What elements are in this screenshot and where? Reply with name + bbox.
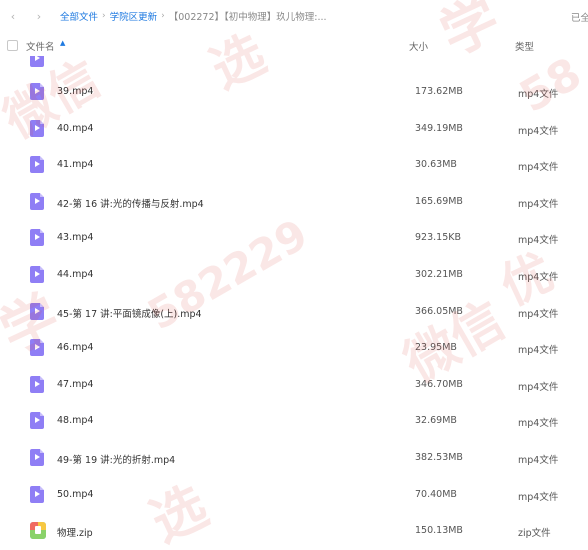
file-name: 46.mp4 [57,342,94,354]
file-size: 302.21MB [415,269,463,280]
list-header: 文件名 ▲ 大小 类型 [0,32,588,56]
file-name: 50.mp4 [57,488,94,500]
file-type: mp4文件 [518,308,559,320]
column-header-name[interactable]: 文件名 [26,39,55,53]
video-file-icon [30,412,46,430]
video-file-icon [30,449,46,467]
file-name: 40.mp4 [57,122,94,134]
file-name: 49-第 19 讲:光的折射.mp4 [57,455,176,466]
file-size: 165.69MB [415,195,463,207]
file-name: 物理.zip [57,528,93,540]
file-size: 70.40MB [415,488,457,500]
breadcrumb-bar: ‹ › 全部文件 › 学院区更新 › 【002272】【初中物理】玖儿物理:..… [0,0,588,32]
video-file-icon [30,56,46,68]
select-all-checkbox[interactable] [7,40,18,51]
video-file-icon [30,83,46,101]
forward-arrow-icon[interactable]: › [32,9,46,23]
file-size: 366.05MB [415,305,463,317]
file-list: 39.mp4 173.62MB mp4文件 40.mp4 349.19MB mp4文件 41… [0,56,588,550]
file-row[interactable]: 39.mp4 173.62MB mp4文件 [0,76,588,110]
file-type: zip文件 [518,528,551,540]
file-row[interactable]: 43.mp4 923.15KB mp4文件 [0,222,588,256]
file-size: 23.95MB [415,342,457,354]
file-row[interactable]: 46.mp4 23.95MB mp4文件 [0,332,588,366]
file-name: 41.mp4 [57,159,94,171]
file-type: mp4文件 [518,381,559,393]
file-size: 382.53MB [415,452,463,463]
breadcrumb-all-files[interactable]: 全部文件 [60,9,98,23]
file-size: 173.62MB [415,86,463,97]
file-type: mp4文件 [518,235,559,247]
column-header-size[interactable]: 大小 [409,39,428,53]
column-header-type[interactable]: 类型 [515,39,534,53]
video-file-icon [30,302,46,321]
video-file-icon [30,192,46,211]
video-file-icon [30,485,46,504]
file-name: 43.mp4 [57,232,94,244]
back-arrow-icon[interactable]: ‹ [6,9,20,23]
file-type: mp4文件 [518,125,559,137]
video-file-icon [30,266,46,284]
file-type: mp4文件 [518,491,559,503]
file-type: mp4文件 [518,272,559,283]
breadcrumb-current: 【002272】【初中物理】玖儿物理:... [168,12,327,23]
zip-file-icon [30,522,46,540]
file-name: 48.mp4 [57,415,94,427]
file-name: 39.mp4 [57,86,94,97]
file-size: 923.15KB [415,232,461,244]
file-row[interactable]: 48.mp4 32.69MB mp4文件 [0,405,588,439]
breadcrumb: 全部文件 › 学院区更新 › 【002272】【初中物理】玖儿物理:... [60,9,327,23]
file-type: mp4文件 [518,345,559,357]
file-row[interactable]: 49-第 19 讲:光的折射.mp4 382.53MB mp4文件 [0,442,588,476]
file-size: 349.19MB [415,122,463,134]
breadcrumb-folder[interactable]: 学院区更新 [110,9,158,23]
file-size: 30.63MB [415,159,457,171]
file-size: 150.13MB [415,525,463,537]
file-type: mp4文件 [518,162,559,174]
file-name: 44.mp4 [57,269,94,280]
file-name: 47.mp4 [57,378,94,390]
video-file-icon [30,229,46,247]
file-name: 45-第 17 讲:平面镜成像(上).mp4 [57,308,202,320]
load-status: 已全 [570,13,588,24]
file-type: mp4文件 [518,198,559,210]
file-row[interactable]: 47.mp4 346.70MB mp4文件 [0,369,588,403]
file-manager-window: ‹ › 全部文件 › 学院区更新 › 【002272】【初中物理】玖儿物理:..… [0,0,588,550]
file-row[interactable]: 物理.zip 150.13MB zip文件 [0,515,588,549]
file-name: 42-第 16 讲:光的传播与反射.mp4 [57,198,204,210]
file-row[interactable]: 44.mp4 302.21MB mp4文件 [0,259,588,293]
video-file-icon [30,375,46,394]
file-row[interactable]: 42-第 16 讲:光的传播与反射.mp4 165.69MB mp4文件 [0,186,588,220]
chevron-right-icon: › [102,11,106,21]
file-size: 32.69MB [415,415,457,427]
file-row[interactable]: 50.mp4 70.40MB mp4文件 [0,479,588,513]
file-row[interactable]: 45-第 17 讲:平面镜成像(上).mp4 366.05MB mp4文件 [0,296,588,330]
video-file-icon [30,119,46,138]
sort-ascending-icon[interactable]: ▲ [60,39,65,47]
video-file-icon [30,156,46,174]
file-type: mp4文件 [518,418,559,430]
file-row-partial[interactable] [0,56,588,78]
video-file-icon [30,339,46,357]
file-row[interactable]: 40.mp4 349.19MB mp4文件 [0,113,588,147]
file-row[interactable]: 41.mp4 30.63MB mp4文件 [0,149,588,183]
file-type: mp4文件 [518,89,559,100]
file-type: mp4文件 [518,455,559,466]
file-size: 346.70MB [415,378,463,390]
chevron-right-icon: › [161,11,165,21]
